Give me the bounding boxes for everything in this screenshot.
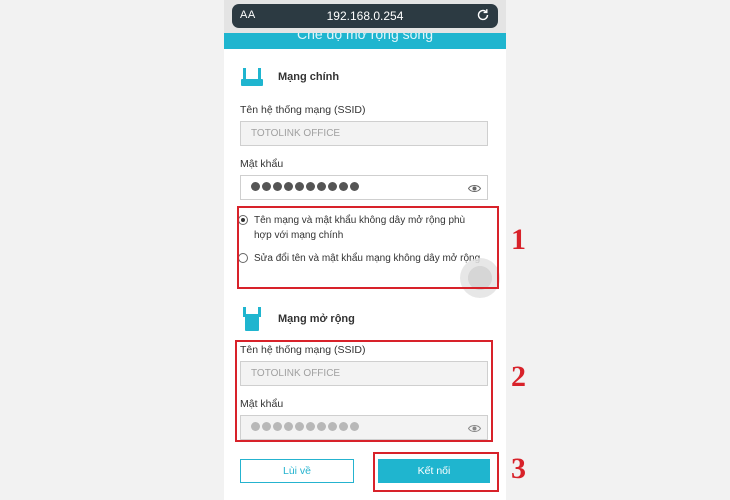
main-password-field[interactable]	[240, 175, 488, 200]
annotation-box-1	[237, 206, 499, 289]
extended-network-header: Mạng mở rộng	[240, 305, 355, 333]
extended-network-title: Mạng mở rộng	[278, 313, 355, 325]
annotation-number-3: 3	[511, 452, 526, 485]
url-text: 192.168.0.254	[326, 9, 404, 23]
annotation-number-2: 2	[511, 360, 526, 393]
extender-icon	[243, 307, 261, 331]
main-network-header: Mạng chính	[240, 66, 339, 88]
main-ssid-field[interactable]: TOTOLINK OFFICE	[240, 121, 488, 146]
main-network-title: Mạng chính	[278, 71, 340, 83]
password-dots	[251, 182, 359, 191]
main-ssid-value: TOTOLINK OFFICE	[251, 128, 341, 139]
annotation-box-2	[235, 340, 493, 442]
main-password-label: Mật khẩu	[240, 158, 284, 170]
show-password-icon[interactable]	[468, 184, 481, 193]
page-title: Chế độ mở rộng sóng	[296, 33, 434, 42]
router-icon	[241, 68, 263, 86]
main-ssid-label: Tên hệ thống mạng (SSID)	[240, 104, 366, 116]
browser-bar: AA 192.168.0.254	[224, 0, 506, 33]
annotation-box-3	[373, 452, 499, 492]
back-button[interactable]: Lùi về	[240, 459, 354, 483]
reload-icon[interactable]	[476, 8, 490, 22]
page-header: Chế độ mở rộng sóng	[224, 33, 506, 49]
annotation-number-1: 1	[511, 223, 526, 256]
address-bar[interactable]: AA 192.168.0.254	[232, 4, 498, 28]
